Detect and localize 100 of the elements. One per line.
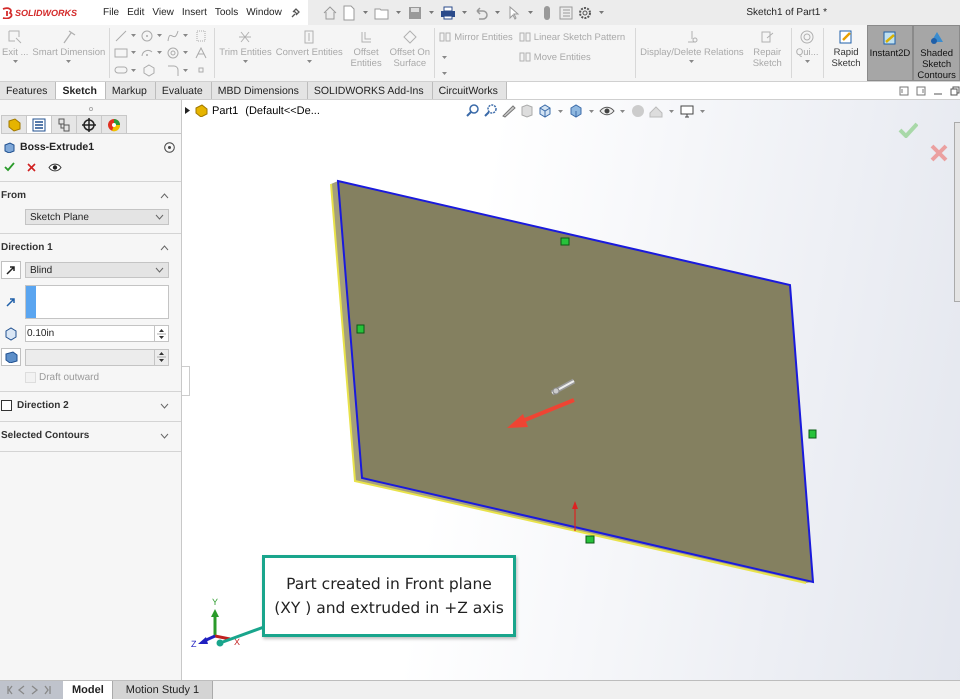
monitor-icon[interactable] (679, 103, 695, 119)
panel-tab[interactable] (26, 115, 52, 133)
panel-tab[interactable] (76, 115, 102, 133)
ribbon-button[interactable]: Rapid Sketch (826, 25, 867, 81)
caret-icon[interactable] (131, 51, 136, 54)
panel-handle[interactable] (182, 366, 190, 396)
caret-icon (689, 60, 694, 63)
feature-tree-icon (6, 116, 22, 132)
cube-icon[interactable] (537, 103, 553, 119)
command-tab[interactable]: CircuitWorks (432, 82, 507, 99)
caret-icon[interactable] (183, 51, 188, 54)
menu-item[interactable]: View (148, 7, 178, 18)
grip-icon[interactable] (88, 107, 92, 111)
bottom-tab[interactable]: Model (63, 681, 113, 699)
collapse-icon[interactable] (160, 244, 169, 250)
menu-item[interactable]: Tools (210, 7, 242, 18)
relation-marker[interactable] (560, 238, 570, 246)
ribbon-button[interactable]: Instant2D (866, 25, 914, 81)
check-icon[interactable] (898, 122, 918, 138)
axis-label: Z (191, 639, 196, 649)
caret-icon[interactable] (598, 11, 604, 14)
task-pane[interactable] (954, 122, 960, 302)
shaded-contours-icon (928, 30, 945, 46)
dropdown[interactable]: Blind (25, 262, 169, 278)
check-icon[interactable] (4, 162, 15, 172)
caret-icon[interactable] (442, 72, 448, 75)
caret-icon[interactable] (428, 11, 434, 14)
section-title[interactable]: Selected Contours (1, 430, 90, 441)
caret-icon[interactable] (157, 51, 162, 54)
zoom-area-icon[interactable] (483, 103, 499, 119)
spin-field[interactable]: 0.10in (25, 325, 169, 342)
section-view-icon[interactable] (519, 103, 535, 119)
command-tab[interactable]: Features (0, 82, 56, 99)
relation-marker[interactable] (356, 324, 364, 334)
caret-icon[interactable] (589, 110, 594, 112)
reverse-direction-button[interactable] (1, 261, 21, 279)
caret-icon[interactable] (131, 68, 136, 72)
pencil-icon[interactable] (501, 103, 517, 119)
menu-item[interactable]: Window (242, 7, 286, 18)
expand-icon[interactable] (160, 432, 169, 438)
triad-drawing[interactable] (198, 609, 230, 644)
home-icon[interactable] (322, 4, 338, 20)
caret-icon[interactable] (183, 68, 188, 72)
selection-box[interactable] (25, 285, 169, 319)
caret-icon[interactable] (700, 110, 705, 112)
dropdown[interactable]: Sketch Plane (25, 209, 169, 225)
mirror-icon (439, 31, 452, 44)
ribbon-button[interactable]: Shaded Sketch Contours (913, 25, 960, 81)
tile-left-icon[interactable] (899, 86, 909, 96)
zoom-icon[interactable] (465, 103, 481, 119)
shaded-cube-icon[interactable] (568, 103, 584, 119)
restore-icon[interactable] (950, 86, 960, 96)
expand-arrow-icon[interactable] (185, 107, 190, 114)
tile-right-icon[interactable] (916, 86, 926, 96)
new-document-icon[interactable] (340, 4, 357, 20)
save-icon[interactable] (406, 4, 423, 20)
help-icon[interactable] (164, 142, 175, 152)
menu-item[interactable]: Edit (123, 7, 148, 18)
part-icon[interactable] (194, 104, 208, 117)
caret-icon[interactable] (183, 34, 188, 38)
relation-marker[interactable] (586, 536, 594, 544)
command-tab[interactable]: MBD Dimensions (212, 82, 308, 99)
spin-arrows-icon (157, 326, 166, 340)
spin-field[interactable] (25, 348, 169, 366)
menu-item[interactable]: Insert (178, 7, 211, 18)
logo-icon (2, 6, 14, 18)
caret-icon[interactable] (462, 11, 467, 14)
eye-icon[interactable] (48, 162, 62, 172)
command-tab[interactable]: Evaluate (156, 82, 212, 99)
printer-icon[interactable] (440, 4, 456, 20)
caret-icon[interactable] (528, 11, 533, 14)
draft-button[interactable] (1, 348, 21, 366)
close-icon[interactable] (27, 162, 36, 172)
pin-icon[interactable] (290, 8, 300, 18)
settings-icon[interactable] (576, 4, 593, 20)
caret-icon[interactable] (620, 110, 625, 112)
pattern-icon (518, 31, 531, 44)
section-title[interactable]: From (1, 190, 26, 201)
caret-icon[interactable] (558, 110, 563, 112)
command-tab[interactable]: Markup (106, 82, 156, 99)
menu-item[interactable]: File (99, 7, 124, 18)
command-tab[interactable]: SOLIDWORKS Add-Ins (308, 82, 433, 99)
caret-icon[interactable] (362, 11, 368, 14)
caret-icon[interactable] (131, 34, 136, 38)
expand-icon[interactable] (160, 402, 169, 408)
crosshair-icon (81, 116, 97, 132)
tree-item[interactable]: Part1 (212, 104, 238, 116)
drag-handle-icon[interactable] (550, 378, 576, 396)
panel-tab[interactable] (51, 115, 77, 133)
relation-marker[interactable] (808, 430, 816, 438)
section-title[interactable]: Direction 1 (1, 242, 53, 253)
bottom-tab[interactable]: Motion Study 1 (112, 681, 214, 699)
caret-icon[interactable] (494, 11, 500, 14)
caret-icon[interactable] (669, 110, 674, 112)
collapse-icon[interactable] (160, 192, 169, 198)
checkbox[interactable] (1, 400, 12, 411)
caret-icon[interactable] (396, 11, 401, 14)
caret-icon[interactable] (442, 56, 448, 59)
caret-icon[interactable] (157, 34, 162, 38)
section-title[interactable]: Direction 2 (17, 400, 69, 411)
